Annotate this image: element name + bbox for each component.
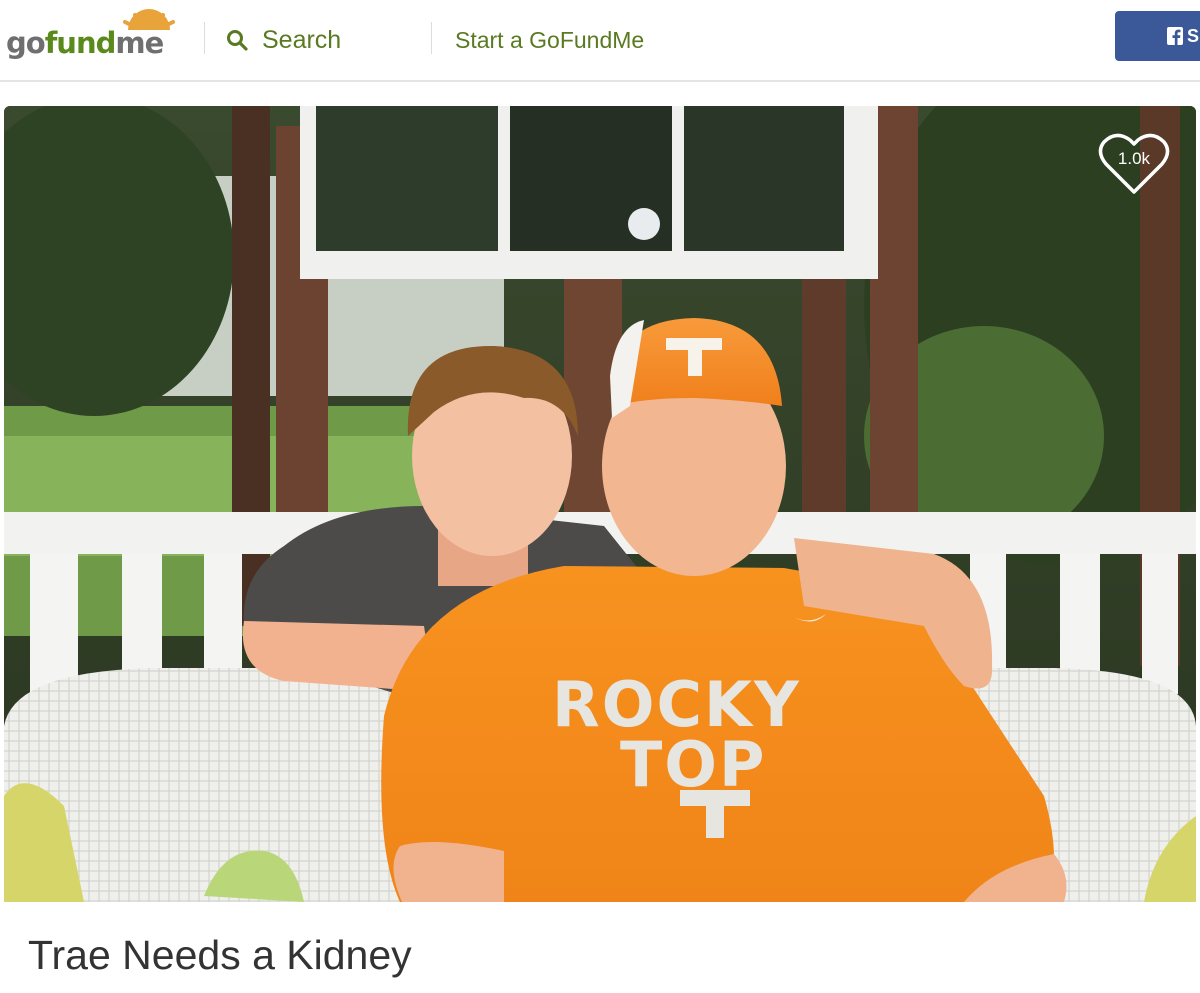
campaign-hero-photo[interactable]: ROCKY TOP [4,106,1196,902]
nav-divider [204,22,205,54]
top-nav: gofundme Search Start a GoFundMe S [0,0,1200,82]
photo-illustration: ROCKY TOP [4,106,1196,902]
facebook-label: S [1187,25,1200,46]
search-label: Search [262,26,342,54]
facebook-icon [1167,27,1183,45]
nav-divider [431,22,432,54]
search-icon [227,30,248,51]
search-button[interactable]: Search [226,22,341,58]
like-button[interactable]: 1.0k [1094,128,1174,198]
gofundme-logo[interactable]: gofundme [6,8,178,68]
facebook-share-button[interactable]: S [1115,11,1200,61]
start-gofundme-link[interactable]: Start a GoFundMe [455,24,644,56]
logo-wordmark: gofundme [6,26,164,60]
campaign-title: Trae Needs a Kidney [28,932,412,978]
like-count: 1.0k [1117,149,1151,168]
